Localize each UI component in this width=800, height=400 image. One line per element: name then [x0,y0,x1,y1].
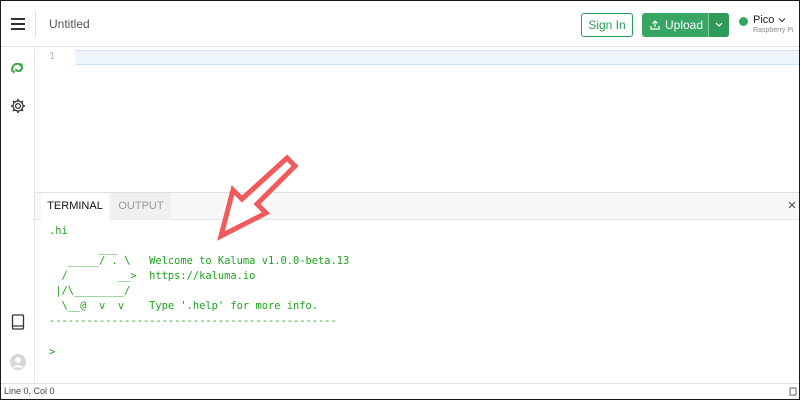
divider [35,11,36,37]
upload-button-group: Upload [642,13,729,37]
terminal-line: ___ [49,243,118,255]
chevron-down-icon[interactable] [778,16,786,24]
upload-label: Upload [665,18,704,32]
board-subtitle: Raspberry Pi [753,27,794,34]
menu-button[interactable] [11,15,25,31]
gear-icon[interactable] [9,97,27,115]
cursor-position: Line 0, Col 0 [4,386,55,396]
top-bar: Untitled Sign In Upload Pico Raspberry P… [1,1,799,47]
terminal-output[interactable]: .hi ___ _____/ . \ Welcome to Kaluma v1.… [35,221,799,383]
status-bar: Line 0, Col 0 [1,383,799,399]
terminal-prompt: > [49,346,56,358]
user-avatar-icon[interactable] [9,353,27,371]
hamburger-icon [11,18,25,20]
file-title[interactable]: Untitled [49,17,90,31]
terminal-line: ----------------------------------------… [49,315,337,327]
terminal-line: \__@ v v Type '.help' for more info. [49,300,319,312]
close-icon[interactable] [787,200,797,210]
tab-terminal[interactable]: TERMINAL [41,193,109,220]
panel-tab-bar: TERMINAL OUTPUT [35,192,799,220]
line-number: 1 [49,51,56,62]
board-status-icon [739,17,748,26]
sidebar [1,47,35,383]
chevron-down-icon [715,22,723,27]
terminal-line: |/\________/ [49,285,131,297]
terminal-line: / __> https://kaluma.io [49,270,256,282]
terminal-line: _____/ . \ Welcome to Kaluma v1.0.0-beta… [49,255,350,267]
board-name[interactable]: Pico [753,14,774,26]
book-icon[interactable] [9,313,27,331]
file-icon[interactable] [789,387,797,396]
kaluma-logo-icon[interactable] [9,59,27,77]
sign-in-button[interactable]: Sign In [581,13,633,37]
upload-icon [650,20,660,30]
upload-options-button[interactable] [709,13,729,37]
code-editor[interactable]: 1 [35,47,799,193]
current-line-highlight [75,50,799,65]
app-window: Untitled Sign In Upload Pico Raspberry P… [0,0,800,400]
tab-output[interactable]: OUTPUT [111,193,171,220]
upload-button[interactable]: Upload [642,13,708,37]
terminal-line: .hi [49,225,68,237]
